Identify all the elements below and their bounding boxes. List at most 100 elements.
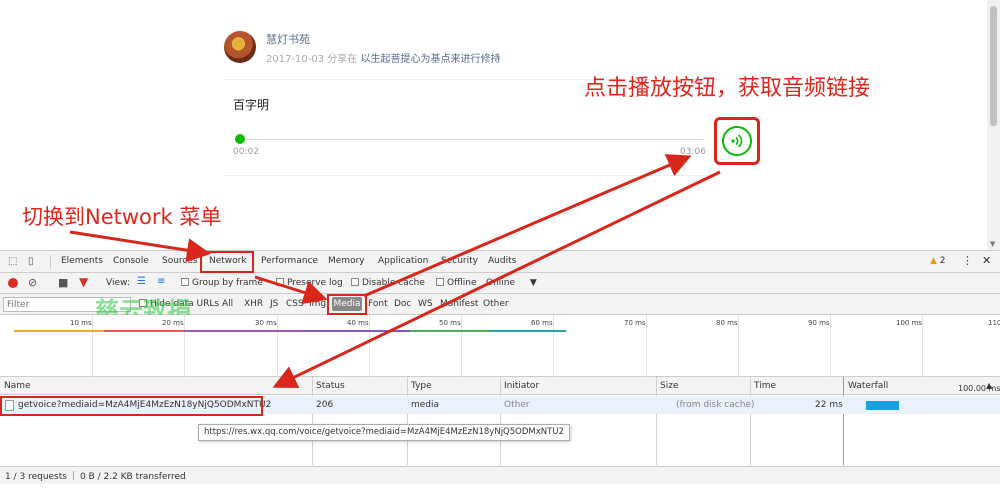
audio-title: 百字明 — [233, 98, 270, 112]
timeline-bar — [104, 330, 184, 332]
checkbox[interactable] — [351, 278, 359, 286]
request-name-highlight — [0, 396, 263, 416]
column-time[interactable]: Time — [754, 381, 776, 391]
checkbox[interactable] — [276, 278, 284, 286]
tab-memory[interactable]: Memory — [328, 256, 365, 266]
divider — [72, 471, 74, 480]
audio-progress-track[interactable] — [240, 139, 704, 140]
filter-type-css[interactable]: CSS — [286, 299, 304, 309]
sort-caret-icon[interactable]: ▲ — [986, 381, 992, 390]
author-name[interactable]: 慧灯书苑 — [266, 31, 310, 47]
filter-type-doc[interactable]: Doc — [394, 299, 411, 309]
clear-icon[interactable]: ⊘ — [28, 276, 37, 289]
waterfall-scale: 100.00 ms — [958, 384, 1000, 393]
audio-wave-icon — [731, 134, 743, 148]
offline-label: Offline — [447, 278, 477, 288]
share-title-link[interactable]: 以生起菩提心为基点来进行修持 — [361, 54, 501, 65]
filter-funnel-icon[interactable]: ▼ — [79, 275, 88, 289]
column-divider[interactable] — [312, 377, 313, 465]
device-toolbar-icon[interactable]: ▯ — [28, 256, 34, 267]
page-scrollbar[interactable]: ▼ — [987, 0, 1000, 250]
preserve-log-label: Preserve log — [287, 278, 343, 288]
inspect-element-icon[interactable]: ⬚ — [8, 256, 17, 267]
tab-audits[interactable]: Audits — [488, 256, 516, 266]
disable-cache-checkbox[interactable]: Disable cache — [351, 278, 425, 288]
waterfall-view-icon[interactable]: ≡ — [157, 276, 165, 287]
audio-progress-handle[interactable] — [235, 134, 245, 144]
author-avatar[interactable] — [224, 31, 256, 63]
status-summary: 1 / 3 requests 0 B / 2.2 KB transferred — [5, 471, 186, 482]
filter-type-other[interactable]: Other — [483, 299, 509, 309]
audio-current-time: 00:02 — [233, 147, 259, 157]
tab-security[interactable]: Security — [441, 256, 478, 266]
grid-line — [461, 315, 462, 377]
checkbox[interactable] — [181, 278, 189, 286]
request-initiator: Other — [504, 400, 530, 410]
group-by-frame-label: Group by frame — [192, 278, 263, 288]
filter-type-js[interactable]: JS — [270, 299, 278, 309]
filter-type-img[interactable]: Img — [309, 299, 326, 309]
record-icon[interactable] — [8, 278, 18, 288]
throttle-select[interactable]: Online ▼ — [486, 278, 537, 288]
preserve-log-checkbox[interactable]: Preserve log — [276, 278, 343, 288]
column-divider[interactable] — [750, 377, 751, 465]
tab-console[interactable]: Console — [113, 256, 149, 266]
checkbox[interactable] — [436, 278, 444, 286]
warnings-count: 2 — [939, 256, 946, 266]
timeline-tick: 30 ms — [255, 319, 277, 327]
filter-type-all[interactable]: All — [222, 299, 233, 309]
annotation-click-play: 点击播放按钮，获取音频链接 — [584, 76, 871, 101]
column-divider[interactable] — [656, 377, 657, 465]
devtools-panel: ⬚ ▯ Elements Console Sources Network Per… — [0, 250, 1000, 500]
grid-line — [184, 315, 185, 377]
column-name[interactable]: Name — [4, 381, 31, 391]
audio-play-button[interactable] — [722, 126, 752, 156]
column-initiator[interactable]: Initiator — [504, 381, 539, 391]
grid-line — [830, 315, 831, 377]
large-rows-icon[interactable]: ☰ — [137, 276, 146, 287]
column-divider[interactable] — [407, 377, 408, 465]
request-size: (from disk cache) — [676, 400, 755, 410]
url-tooltip: https://res.wx.qq.com/voice/getvoice?med… — [198, 424, 570, 441]
screenshot-camera-icon[interactable]: ■ — [58, 276, 68, 289]
timeline-tick: 70 ms — [624, 319, 646, 327]
publish-date: 2017-10-03 — [266, 54, 325, 65]
more-options-icon[interactable]: ⋮ — [962, 254, 973, 267]
tab-sources[interactable]: Sources — [162, 256, 198, 266]
grid-line — [646, 315, 647, 377]
tab-application[interactable]: Application — [378, 256, 428, 266]
timeline-bar — [304, 330, 410, 332]
scroll-down-icon[interactable]: ▼ — [990, 240, 995, 248]
play-button-highlight — [714, 117, 760, 165]
column-type[interactable]: Type — [411, 381, 432, 391]
timeline-bar — [490, 330, 566, 332]
annotation-switch-network: 切换到Network 菜单 — [22, 205, 222, 229]
tab-elements[interactable]: Elements — [61, 256, 103, 266]
column-divider[interactable] — [500, 377, 501, 465]
filter-type-media[interactable]: Media — [332, 297, 362, 311]
column-waterfall[interactable]: Waterfall — [848, 381, 888, 391]
network-overview-timeline[interactable]: 10 ms 20 ms 30 ms 40 ms 50 ms 60 ms 70 m… — [0, 315, 1000, 377]
column-size[interactable]: Size — [660, 381, 678, 391]
request-status: 206 — [316, 400, 334, 410]
request-count: 1 / 3 requests — [5, 472, 67, 482]
close-icon[interactable]: ✕ — [982, 254, 991, 267]
offline-checkbox[interactable]: Offline — [436, 278, 477, 288]
warnings-indicator[interactable]: ▲ 2 — [930, 256, 946, 266]
scrollbar-thumb[interactable] — [990, 6, 997, 126]
network-tab-highlight — [200, 251, 254, 273]
grid-line — [369, 315, 370, 377]
grid-line — [277, 315, 278, 377]
timeline-tick: 40 ms — [347, 319, 369, 327]
chevron-down-icon: ▼ — [529, 278, 537, 288]
group-by-frame-checkbox[interactable]: Group by frame — [181, 278, 263, 288]
filter-type-ws[interactable]: WS — [418, 299, 433, 309]
tab-performance[interactable]: Performance — [261, 256, 318, 266]
filter-type-manifest[interactable]: Manifest — [440, 299, 478, 309]
waterfall-bar[interactable] — [866, 401, 899, 410]
filter-type-xhr[interactable]: XHR — [244, 299, 263, 309]
column-divider[interactable] — [843, 377, 844, 465]
view-label: View: — [106, 278, 130, 288]
filter-type-font[interactable]: Font — [368, 299, 388, 309]
column-status[interactable]: Status — [316, 381, 345, 391]
